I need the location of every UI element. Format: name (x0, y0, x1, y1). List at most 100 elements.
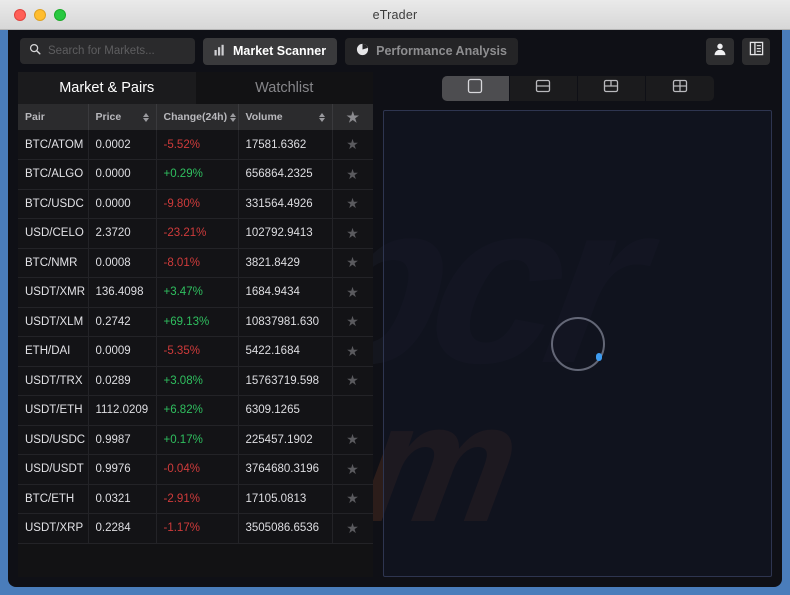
app-body: pcr com (8, 30, 782, 587)
cell-favorite[interactable]: ★ (332, 277, 373, 308)
cell-volume: 1684.9434 (238, 277, 333, 308)
layout-three-icon (602, 77, 620, 100)
cell-pair: BTC/ATOM (18, 130, 89, 160)
table-row[interactable]: ETH/DAI 0.0009 -5.35% 5422.1684 ★ (18, 336, 373, 367)
sort-icon-volume[interactable] (318, 112, 325, 122)
column-header-price-label: Price (95, 111, 122, 123)
panel-layout-icon (749, 41, 764, 61)
favorite-star-icon[interactable]: ★ (346, 343, 359, 359)
user-profile-button[interactable] (706, 37, 734, 65)
layout-split-rows-icon (534, 77, 552, 100)
cell-change: -2.91% (156, 484, 239, 514)
cell-favorite[interactable]: ★ (332, 425, 373, 455)
cell-pair: USDT/TRX (18, 366, 89, 396)
market-scanner-button[interactable]: Market Scanner (203, 37, 338, 65)
cell-change: -23.21% (156, 218, 239, 249)
layout-single-icon (466, 77, 484, 100)
cell-change: +6.82% (156, 395, 239, 426)
search-box[interactable] (20, 38, 202, 64)
cell-favorite[interactable]: ★ (332, 159, 373, 190)
cell-price: 0.9976 (88, 454, 157, 485)
table-row[interactable]: USDT/XMR 136.4098 +3.47% 1684.9434 ★ (18, 277, 373, 308)
favorite-star-icon[interactable]: ★ (346, 313, 359, 329)
cell-favorite[interactable]: ★ (332, 454, 373, 485)
layout-single-button[interactable] (441, 75, 510, 101)
favorite-star-icon[interactable]: ★ (346, 254, 359, 270)
panel-tabs: Market & Pairs Watchlist (18, 72, 373, 104)
table-row[interactable]: USDT/ETH 1112.0209 +6.82% 6309.1265 (18, 395, 373, 426)
cell-favorite[interactable]: ★ (332, 513, 373, 544)
column-header-volume[interactable]: Volume (238, 104, 333, 130)
chart-panel (383, 72, 772, 577)
column-header-volume-label: Volume (245, 111, 283, 123)
favorite-star-icon[interactable]: ★ (346, 136, 359, 152)
cell-price: 2.3720 (88, 218, 157, 249)
performance-analysis-button[interactable]: Performance Analysis (345, 37, 518, 65)
table-row[interactable]: USD/USDT 0.9976 -0.04% 3764680.3196 ★ (18, 454, 373, 485)
layout-split-rows-button[interactable] (510, 75, 578, 101)
cell-favorite[interactable]: ★ (332, 189, 373, 219)
table-row[interactable]: USD/CELO 2.3720 -23.21% 102792.9413 ★ (18, 218, 373, 249)
cell-price: 0.0289 (88, 366, 157, 396)
chart-canvas[interactable] (383, 110, 772, 577)
favorite-star-icon[interactable]: ★ (346, 195, 359, 211)
column-header-pair[interactable]: Pair (18, 104, 89, 130)
cell-favorite[interactable]: ★ (332, 336, 373, 367)
cell-change: +0.29% (156, 159, 239, 190)
sort-icon-change[interactable] (230, 112, 237, 122)
panel-layout-button[interactable] (742, 37, 770, 65)
cell-pair: USDT/XMR (18, 277, 89, 308)
table-row[interactable]: BTC/ETH 0.0321 -2.91% 17105.0813 ★ (18, 484, 373, 514)
table-row[interactable]: USD/USDC 0.9987 +0.17% 225457.1902 ★ (18, 425, 373, 455)
cell-pair: USD/USDT (18, 454, 89, 485)
favorite-star-icon[interactable]: ★ (346, 225, 359, 241)
cell-favorite[interactable]: ★ (332, 484, 373, 514)
table-row[interactable]: BTC/NMR 0.0008 -8.01% 3821.8429 ★ (18, 248, 373, 278)
layout-toolbar (383, 72, 772, 104)
layout-three-button[interactable] (578, 75, 646, 101)
search-input[interactable] (48, 45, 202, 57)
table-row[interactable]: USDT/TRX 0.0289 +3.08% 15763719.598 ★ (18, 366, 373, 396)
table-row[interactable]: USDT/XRP 0.2284 -1.17% 3505086.6536 ★ (18, 513, 373, 544)
layout-quad-icon (671, 77, 689, 100)
search-icon (29, 42, 41, 60)
sort-icon-price[interactable] (142, 112, 149, 122)
cell-change: -0.04% (156, 454, 239, 485)
cell-pair: USD/USDC (18, 425, 89, 455)
column-header-change[interactable]: Change(24h) (156, 104, 239, 130)
cell-volume: 225457.1902 (238, 425, 333, 455)
table-row[interactable]: BTC/ALGO 0.0000 +0.29% 656864.2325 ★ (18, 159, 373, 190)
cell-favorite[interactable]: ★ (332, 248, 373, 278)
cell-price: 0.0002 (88, 130, 157, 160)
cell-pair: ETH/DAI (18, 336, 89, 367)
column-header-price[interactable]: Price (88, 104, 157, 130)
column-header-favorite[interactable]: ★ (332, 104, 373, 130)
cell-favorite[interactable]: ★ (332, 307, 373, 337)
table-row[interactable]: BTC/USDC 0.0000 -9.80% 331564.4926 ★ (18, 189, 373, 219)
favorite-star-icon[interactable]: ★ (346, 166, 359, 182)
star-icon: ★ (346, 108, 360, 125)
cell-favorite[interactable] (332, 395, 373, 426)
cell-favorite[interactable]: ★ (332, 130, 373, 160)
favorite-star-icon[interactable]: ★ (346, 461, 359, 477)
favorite-star-icon[interactable]: ★ (346, 490, 359, 506)
table-row[interactable]: BTC/ATOM 0.0002 -5.52% 17581.6362 ★ (18, 130, 373, 160)
markets-table-container[interactable]: Pair Price Change(24h) Volume ★ BTC/ATOM… (18, 104, 373, 577)
favorite-star-icon[interactable]: ★ (346, 284, 359, 300)
cell-change: -5.52% (156, 130, 239, 160)
layout-quad-button[interactable] (646, 76, 714, 101)
cell-favorite[interactable]: ★ (332, 366, 373, 396)
cell-price: 0.2284 (88, 513, 157, 544)
cell-price: 0.2742 (88, 307, 157, 337)
favorite-star-icon[interactable]: ★ (346, 431, 359, 447)
tab-market-and-pairs[interactable]: Market & Pairs (18, 72, 196, 104)
markets-table: Pair Price Change(24h) Volume ★ BTC/ATOM… (18, 104, 373, 544)
cell-favorite[interactable]: ★ (332, 218, 373, 249)
cell-volume: 5422.1684 (238, 336, 333, 367)
table-row[interactable]: USDT/XLM 0.2742 +69.13% 10837981.630 ★ (18, 307, 373, 337)
favorite-star-icon[interactable]: ★ (346, 372, 359, 388)
cell-pair: USDT/XRP (18, 513, 89, 544)
loading-spinner (550, 316, 605, 371)
favorite-star-icon[interactable]: ★ (346, 520, 359, 536)
tab-watchlist[interactable]: Watchlist (195, 72, 373, 104)
